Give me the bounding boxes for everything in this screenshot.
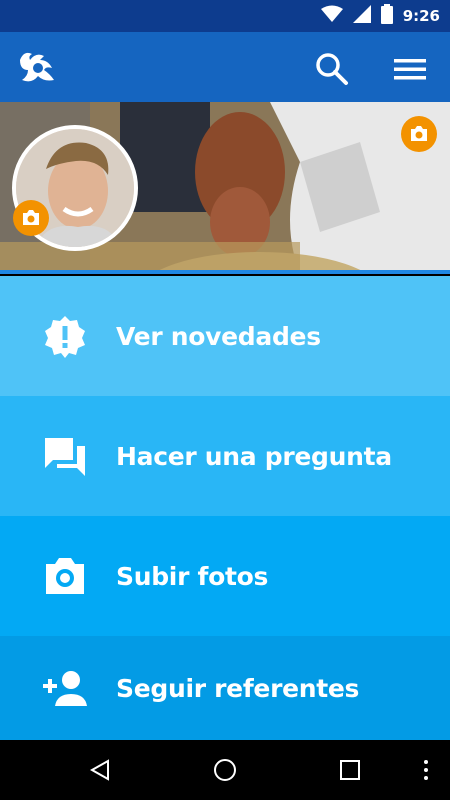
- menu-item-ver-novedades[interactable]: Ver novedades: [0, 276, 450, 396]
- more-icon: [424, 760, 428, 780]
- status-bar: 9:26: [0, 0, 450, 32]
- menu-item-hacer-una-pregunta[interactable]: Hacer una pregunta: [0, 396, 450, 516]
- avatar-camera-button[interactable]: [13, 200, 49, 236]
- battery-icon: [380, 3, 393, 29]
- back-button[interactable]: [84, 754, 116, 786]
- camera-icon: [40, 551, 90, 601]
- menu-item-subir-fotos[interactable]: Subir fotos: [0, 516, 450, 636]
- more-button[interactable]: [410, 754, 442, 786]
- camera-icon: [411, 126, 427, 141]
- wifi-icon: [320, 5, 343, 28]
- signal-icon: [352, 4, 371, 28]
- menu-item-label: Ver novedades: [116, 321, 321, 351]
- menu-item-label: Hacer una pregunta: [116, 441, 392, 471]
- search-icon: [316, 53, 348, 85]
- home-button[interactable]: [209, 754, 241, 786]
- clock: 9:26: [402, 7, 440, 25]
- alert-badge-icon: [40, 311, 90, 361]
- back-icon: [89, 759, 109, 781]
- menu-item-label: Seguir referentes: [116, 673, 360, 703]
- recents-button[interactable]: [334, 754, 366, 786]
- add-person-icon: [40, 663, 90, 713]
- home-icon: [214, 759, 236, 781]
- menu-item-seguir-referentes[interactable]: Seguir referentes: [0, 636, 450, 740]
- cover-camera-button[interactable]: [401, 116, 437, 152]
- menu-icon: [394, 59, 426, 80]
- app-logo[interactable]: [16, 46, 58, 88]
- cover-divider: [0, 270, 450, 274]
- app-bar: [0, 32, 450, 102]
- search-button[interactable]: [314, 51, 350, 87]
- menu-button[interactable]: [390, 51, 432, 87]
- recents-icon: [340, 760, 360, 780]
- menu-item-label: Subir fotos: [116, 561, 269, 591]
- chat-icon: [40, 431, 90, 481]
- camera-icon: [23, 210, 39, 225]
- system-nav-bar: [0, 740, 450, 800]
